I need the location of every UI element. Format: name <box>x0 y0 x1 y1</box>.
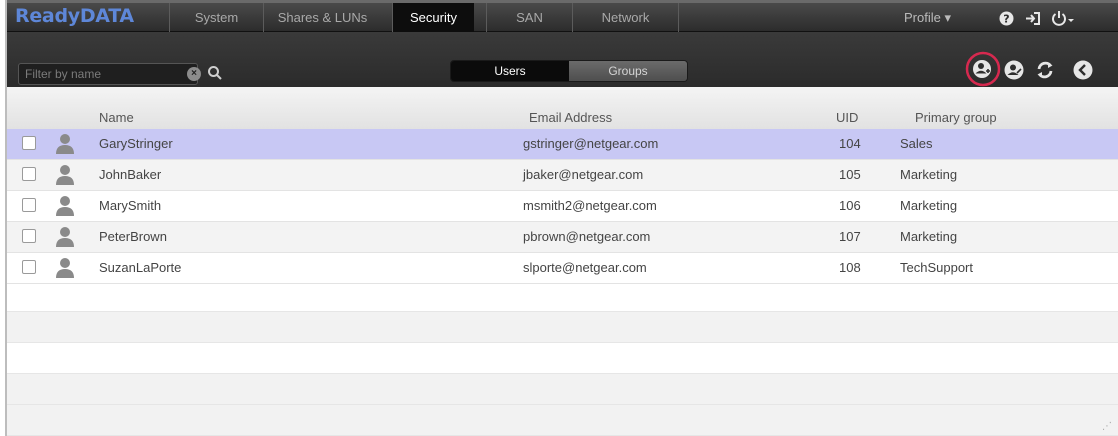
profile-menu[interactable]: Profile ▾ <box>904 3 951 32</box>
nav-tab-security[interactable]: Security <box>392 3 474 32</box>
user-avatar-icon <box>55 226 75 251</box>
cell-uid: 104 <box>839 136 861 151</box>
table-row[interactable]: GaryStringer gstringer@netgear.com 104 Sale… <box>7 129 1118 160</box>
back-icon[interactable] <box>1072 59 1094 84</box>
nav-tab-san[interactable]: SAN <box>486 3 572 32</box>
nav-tab-shares-luns[interactable]: Shares & LUNs <box>263 3 381 32</box>
app-window: ReadyDATA System Shares & LUNs Security … <box>5 0 1118 436</box>
row-checkbox[interactable] <box>22 136 36 150</box>
row-checkbox[interactable] <box>22 260 36 274</box>
cell-primary-group: Marketing <box>900 198 958 213</box>
table-row[interactable]: JohnBaker jbaker@netgear.com 105 Marketing <box>7 160 1118 191</box>
user-avatar-icon <box>55 164 75 189</box>
refresh-icon[interactable] <box>1034 59 1056 84</box>
cell-email: msmith2@netgear.com <box>523 198 657 213</box>
cell-primary-group: TechSupport <box>900 260 973 275</box>
groups-segment[interactable]: Groups <box>569 61 687 81</box>
grid-header: Name Email Address UID Primary group <box>7 87 1118 130</box>
cell-email: gstringer@netgear.com <box>523 136 659 151</box>
filter-input[interactable] <box>25 65 175 83</box>
table-row[interactable]: PeterBrown pbrown@netgear.com 107 Marketing <box>7 222 1118 253</box>
cell-name: MarySmith <box>99 198 162 213</box>
user-avatar-icon <box>55 257 75 282</box>
row-checkbox[interactable] <box>22 167 36 181</box>
top-nav-bar: ReadyDATA System Shares & LUNs Security … <box>7 0 1118 32</box>
users-segment[interactable]: Users <box>451 61 569 81</box>
cell-name: JohnBaker <box>99 167 162 182</box>
edit-user-icon[interactable] <box>1003 59 1025 84</box>
nav-tab-network[interactable]: Network <box>572 3 679 32</box>
cell-primary-group: Marketing <box>900 167 958 182</box>
column-header-email[interactable]: Email Address <box>529 110 612 125</box>
empty-row <box>7 343 1118 374</box>
cell-uid: 105 <box>839 167 861 182</box>
row-checkbox[interactable] <box>22 198 36 212</box>
table-row[interactable]: MarySmith msmith2@netgear.com 106 Marketing <box>7 191 1118 222</box>
column-header-name[interactable]: Name <box>99 110 134 125</box>
filter-field[interactable]: × <box>18 63 201 85</box>
svg-text:?: ? <box>1003 13 1009 26</box>
cell-uid: 107 <box>839 229 861 244</box>
table-row[interactable]: SuzanLaPorte slporte@netgear.com 108 TechSu… <box>7 253 1118 284</box>
cell-primary-group: Sales <box>900 136 933 151</box>
cell-name: PeterBrown <box>99 229 167 244</box>
empty-row <box>7 281 1118 312</box>
users-groups-toggle: Users Groups <box>450 60 688 82</box>
cell-name: GaryStringer <box>99 136 173 151</box>
cell-email: slporte@netgear.com <box>523 260 647 275</box>
row-checkbox[interactable] <box>22 229 36 243</box>
cell-uid: 108 <box>839 260 861 275</box>
cell-primary-group: Marketing <box>900 229 958 244</box>
cell-email: jbaker@netgear.com <box>523 167 644 182</box>
search-icon[interactable] <box>207 65 223 84</box>
empty-row <box>7 374 1118 405</box>
column-header-primary-group[interactable]: Primary group <box>915 110 997 125</box>
resize-grip-icon[interactable]: ⋰ <box>1102 421 1112 432</box>
empty-row <box>7 312 1118 343</box>
app-logo: ReadyDATA <box>15 5 134 27</box>
clear-filter-icon[interactable]: × <box>187 67 201 81</box>
user-avatar-icon <box>55 195 75 220</box>
cell-email: pbrown@netgear.com <box>523 229 651 244</box>
user-avatar-icon <box>55 133 75 158</box>
column-header-uid[interactable]: UID <box>836 110 858 125</box>
cell-uid: 106 <box>839 198 861 213</box>
empty-row <box>7 405 1118 436</box>
cell-name: SuzanLaPorte <box>99 260 182 275</box>
add-user-icon[interactable] <box>965 51 1001 90</box>
nav-tab-system[interactable]: System <box>169 3 263 32</box>
